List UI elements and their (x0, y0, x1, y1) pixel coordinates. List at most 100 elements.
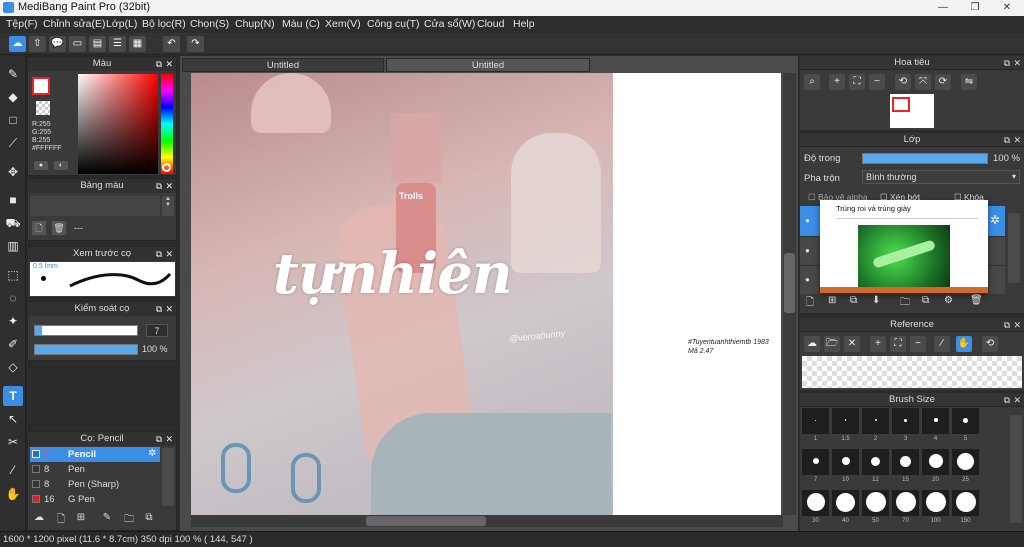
rotate-left-icon[interactable]: ⟲ (895, 74, 911, 90)
menu-select[interactable]: Chọn(S) (190, 18, 229, 30)
bucket-tool-icon[interactable]: ⛟ (3, 213, 23, 233)
menu-view[interactable]: Xem(V) (325, 18, 361, 30)
trash-icon[interactable]: 🗑 (970, 295, 983, 306)
brush-size-cell[interactable] (952, 449, 979, 475)
background-swatch[interactable] (36, 101, 50, 115)
list-icon[interactable]: ☰ (109, 36, 126, 52)
operation-tool-icon[interactable]: ↖ (3, 409, 23, 429)
close-icon[interactable]: ✕ (165, 179, 173, 193)
vertical-scroll-thumb[interactable] (784, 253, 795, 313)
brush-tool-icon[interactable]: ✎ (3, 64, 23, 84)
zoom-in-icon[interactable]: + (829, 74, 845, 90)
brush-edit-icon[interactable]: ✎ (100, 512, 114, 523)
open-folder-icon[interactable]: 🗁 (824, 336, 840, 352)
folder-icon[interactable]: 🗀 (900, 295, 910, 312)
hand-icon[interactable]: ✋ (956, 336, 972, 352)
brush-item-pen[interactable]: 8 Pen (30, 462, 160, 477)
popout-icon[interactable]: ⧉ (156, 302, 162, 316)
menu-filter[interactable]: Bộ lọc(R) (142, 18, 186, 30)
close-icon[interactable]: ✕ (1013, 318, 1021, 332)
brush-size-slider[interactable] (34, 325, 138, 336)
horizontal-scrollbar[interactable] (191, 515, 783, 527)
navigator-thumbnail[interactable] (890, 94, 934, 128)
eye-icon[interactable]: ● (805, 275, 810, 284)
eraser-tool-icon[interactable]: ◆ (3, 87, 23, 107)
shape-tool-icon[interactable]: □ (3, 110, 23, 130)
navigator-viewport[interactable] (892, 97, 910, 112)
redo-icon[interactable]: ↷ (187, 36, 204, 52)
brush-size-cell[interactable] (802, 449, 829, 475)
close-icon[interactable]: ✕ (165, 302, 173, 316)
popout-icon[interactable]: ⧉ (1004, 133, 1010, 147)
brush-item-g-pen[interactable]: 16 G Pen (30, 492, 160, 507)
folder-icon[interactable]: 🗀 (122, 512, 136, 529)
comment-icon[interactable]: 💬 (49, 36, 66, 52)
cloud-icon[interactable]: ☁ (804, 336, 820, 352)
popout-icon[interactable]: ⧉ (1004, 56, 1010, 70)
trash-icon[interactable]: 🗑 (52, 221, 66, 235)
blend-mode-select[interactable]: Bình thường ▾ (862, 170, 1020, 184)
menu-file[interactable]: Tệp(F) (6, 18, 38, 30)
brush-size-cell[interactable] (892, 408, 919, 434)
copy-icon[interactable]: ⧉ (142, 512, 156, 523)
select-pen-icon[interactable]: ✐ (3, 334, 23, 354)
reference-canvas[interactable] (802, 356, 1022, 388)
close-icon[interactable]: ✕ (165, 432, 173, 446)
fill-rect-tool-icon[interactable]: ■ (3, 190, 23, 210)
close-icon[interactable]: ✕ (1013, 56, 1021, 70)
foreground-swatch[interactable] (32, 77, 50, 95)
palette-swatch-area[interactable] (30, 196, 160, 216)
new-folder-icon[interactable]: ⊞ (828, 295, 836, 306)
brush-size-cell[interactable] (832, 408, 859, 434)
magic-wand-icon[interactable]: ✦ (3, 311, 23, 331)
duplicate-layer-icon[interactable]: ⧉ (850, 295, 857, 306)
eye-icon[interactable]: ● (805, 216, 810, 225)
brush-add-icon[interactable]: ⊞ (74, 512, 88, 523)
cloud-brush-icon[interactable]: ☁ (32, 512, 46, 523)
close-icon[interactable]: ✕ (1013, 133, 1021, 147)
popout-icon[interactable]: ⧉ (1004, 393, 1010, 407)
brush-size-scrollbar[interactable] (1010, 415, 1022, 523)
close-button[interactable]: ✕ (996, 0, 1018, 15)
cloud-icon[interactable]: ☁ (9, 36, 26, 52)
brush-item-pen-sharp[interactable]: 8 Pen (Sharp) (30, 477, 160, 492)
popout-icon[interactable]: ⧉ (156, 247, 162, 261)
close-icon[interactable]: ✕ (1013, 393, 1021, 407)
move-tool-icon[interactable]: ✥ (3, 162, 23, 182)
hue-slider-handle[interactable] (162, 163, 171, 172)
brush-size-cell[interactable] (952, 490, 979, 516)
text-tool-icon[interactable]: T (3, 386, 23, 406)
document-tab[interactable]: Untitled (182, 58, 384, 72)
brush-item-pencil[interactable]: 7 Pencil ✲ (30, 447, 160, 462)
fit-icon[interactable]: ⛶ (849, 74, 865, 90)
color-wheel-icon[interactable]: ◐ (54, 161, 68, 170)
eyedropper-icon[interactable]: ⁄ (3, 460, 23, 480)
undo-icon[interactable]: ↶ (163, 36, 180, 52)
brush-size-cell[interactable] (832, 490, 859, 516)
menu-cloud[interactable]: Cloud (477, 18, 504, 30)
merge-icon[interactable]: ⧉ (922, 295, 929, 306)
close-icon[interactable]: ✕ (844, 336, 860, 352)
document-icon[interactable]: ▤ (89, 36, 106, 52)
vertical-scrollbar[interactable] (783, 73, 796, 515)
menu-color[interactable]: Màu (C) (282, 18, 320, 30)
eyedropper-icon[interactable]: ⁄ (934, 336, 950, 352)
brush-size-cell[interactable] (922, 408, 949, 434)
brush-size-cell[interactable] (952, 408, 979, 434)
brush-size-cell[interactable] (892, 490, 919, 516)
layer-scrollbar[interactable] (1008, 213, 1020, 283)
divide-tool-icon[interactable]: ✂ (3, 432, 23, 452)
palette-scroll[interactable]: ▲ ▼ (162, 196, 174, 216)
gear-icon[interactable]: ✲ (148, 448, 156, 459)
hand-tool-icon[interactable]: ✋ (3, 484, 23, 504)
line-tool-icon[interactable]: ⟋ (3, 133, 23, 153)
menu-window[interactable]: Cửa sổ(W) (424, 18, 475, 30)
brush-size-value[interactable]: 7 (146, 324, 168, 337)
select-rect-icon[interactable]: ⬚ (3, 265, 23, 285)
settings-icon[interactable]: ⚙ (944, 295, 953, 306)
brush-size-cell[interactable] (862, 490, 889, 516)
restore-button[interactable]: ❐ (964, 0, 986, 15)
zoom-icon[interactable]: ⌕ (804, 74, 820, 90)
brush-size-cell[interactable] (922, 490, 949, 516)
gradient-tool-icon[interactable]: ▥ (3, 236, 23, 256)
